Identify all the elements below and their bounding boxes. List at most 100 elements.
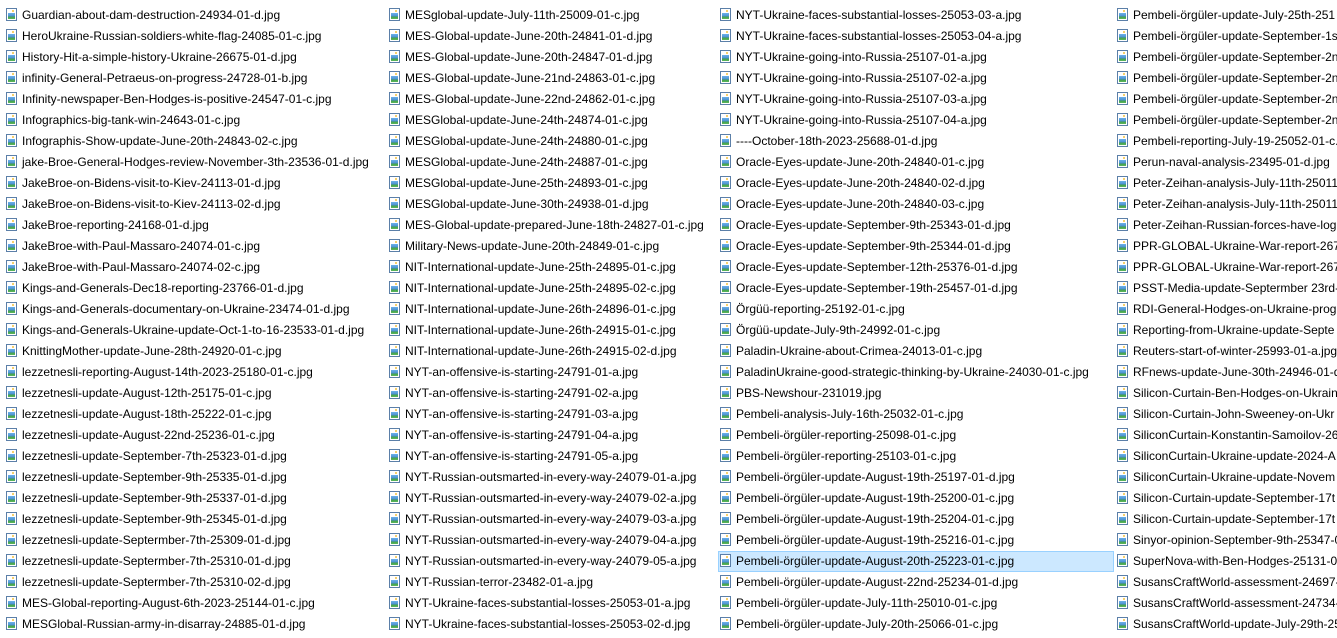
file-item[interactable]: JakeBroe-with-Paul-Massaro-24074-02-c.jp… [4, 257, 386, 278]
file-item[interactable]: NYT-Ukraine-faces-substantial-losses-250… [718, 26, 1114, 47]
file-item[interactable]: NYT-an-offensive-is-starting-24791-05-a.… [387, 446, 717, 467]
file-item[interactable]: MES-Global-reporting-August-6th-2023-251… [4, 593, 386, 614]
file-item[interactable]: Pembeli-örgüler-update-July-20th-25066-0… [718, 614, 1114, 635]
file-item[interactable]: lezzetnesli-update-September-9th-25337-0… [4, 488, 386, 509]
file-item[interactable]: lezzetnesli-update-August-12th-25175-01-… [4, 383, 386, 404]
file-item[interactable]: Pembeli-örgüler-update-August-19th-25204… [718, 509, 1114, 530]
file-item[interactable]: SusansCraftWorld-update-July-29th-25 [1115, 614, 1337, 635]
file-item[interactable]: PPR-GLOBAL-Ukraine-War-report-2677 [1115, 236, 1337, 257]
file-item[interactable]: Pembeli-örgüler-update-September-2n [1115, 110, 1337, 131]
file-item[interactable]: NIT-International-update-June-25th-24895… [387, 278, 717, 299]
file-item[interactable]: NYT-an-offensive-is-starting-24791-03-a.… [387, 404, 717, 425]
file-item[interactable]: lezzetnesli-update-September-7th-25323-0… [4, 446, 386, 467]
file-item[interactable]: Infographis-Show-update-June-20th-24843-… [4, 131, 386, 152]
file-item[interactable]: Reporting-from-Ukraine-update-Septe [1115, 320, 1337, 341]
file-item[interactable]: MESGlobal-update-June-24th-24880-01-c.jp… [387, 131, 717, 152]
file-item[interactable]: PPR-GLOBAL-Ukraine-War-report-2677 [1115, 257, 1337, 278]
file-item[interactable]: MES-Global-update-June-21nd-24863-01-c.j… [387, 68, 717, 89]
file-item[interactable]: Peter-Zeihan-analysis-July-11th-25011- [1115, 194, 1337, 215]
file-item[interactable]: Pembeli-örgüler-update-July-25th-251 [1115, 5, 1337, 26]
file-item[interactable]: MESGlobal-update-June-24th-24874-01-c.jp… [387, 110, 717, 131]
file-item[interactable]: NYT-Russian-outsmarted-in-every-way-2407… [387, 509, 717, 530]
file-item[interactable]: Pembeli-örgüler-update-September-2n [1115, 89, 1337, 110]
file-item[interactable]: NYT-Ukraine-faces-substantial-losses-250… [387, 614, 717, 635]
file-item[interactable]: MES-Global-update-prepared-June-18th-248… [387, 215, 717, 236]
file-item[interactable]: JakeBroe-on-Bidens-visit-to-Kiev-24113-0… [4, 194, 386, 215]
file-item[interactable]: lezzetnesli-update-Septermber-7th-25310-… [4, 572, 386, 593]
file-item[interactable]: Oracle-Eyes-update-June-20th-24840-02-d.… [718, 173, 1114, 194]
file-item[interactable]: Pembeli-örgüler-update-August-19th-25216… [718, 530, 1114, 551]
file-item[interactable]: lezzetnesli-update-August-22nd-25236-01-… [4, 425, 386, 446]
file-item[interactable]: Guardian-about-dam-destruction-24934-01-… [4, 5, 386, 26]
file-item[interactable]: Silicon-Curtain-John-Sweeney-on-Ukr [1115, 404, 1337, 425]
file-item[interactable]: MESGlobal-update-June-24th-24887-01-c.jp… [387, 152, 717, 173]
file-item[interactable]: RDI-General-Hodges-on-Ukraine-prog [1115, 299, 1337, 320]
file-item[interactable]: NYT-Russian-outsmarted-in-every-way-2407… [387, 551, 717, 572]
file-item[interactable]: Perun-naval-analysis-23495-01-d.jpg [1115, 152, 1337, 173]
file-item[interactable]: NYT-Russian-outsmarted-in-every-way-2407… [387, 530, 717, 551]
file-item[interactable]: HeroUkraine-Russian-soldiers-white-flag-… [4, 26, 386, 47]
file-item[interactable]: SiliconCurtain-Konstantin-Samoilov-26 [1115, 425, 1337, 446]
file-item[interactable]: Silicon-Curtain-update-September-17t [1115, 509, 1337, 530]
file-item[interactable]: Pembeli-örgüler-update-September-1s [1115, 26, 1337, 47]
file-item[interactable]: Örgüü-update-July-9th-24992-01-c.jpg [718, 320, 1114, 341]
file-item[interactable]: Reuters-start-of-winter-25993-01-a.jpg [1115, 341, 1337, 362]
file-item[interactable]: MESglobal-update-July-11th-25009-01-c.jp… [387, 5, 717, 26]
file-item[interactable]: Silicon-Curtain-update-September-17t [1115, 488, 1337, 509]
file-item[interactable]: Oracle-Eyes-update-September-12th-25376-… [718, 257, 1114, 278]
file-item[interactable]: SuperNova-with-Ben-Hodges-25131-0 [1115, 551, 1337, 572]
file-item[interactable]: NYT-Russian-outsmarted-in-every-way-2407… [387, 488, 717, 509]
file-item[interactable]: lezzetnesli-reporting-August-14th-2023-2… [4, 362, 386, 383]
file-item[interactable]: JakeBroe-reporting-24168-01-d.jpg [4, 215, 386, 236]
file-item-selected[interactable]: Pembeli-örgüler-update-August-20th-25223… [718, 551, 1114, 572]
file-item[interactable]: NYT-Russian-terror-23482-01-a.jpg [387, 572, 717, 593]
file-item[interactable]: Pembeli-reporting-July-19-25052-01-c. [1115, 131, 1337, 152]
file-item[interactable]: Oracle-Eyes-update-September-9th-25344-0… [718, 236, 1114, 257]
file-item[interactable]: Pembeli-örgüler-update-August-19th-25197… [718, 467, 1114, 488]
file-item[interactable]: Military-News-update-June-20th-24849-01-… [387, 236, 717, 257]
file-item[interactable]: PaladinUkraine-good-strategic-thinking-b… [718, 362, 1114, 383]
file-item[interactable]: Pembeli-örgüler-update-August-19th-25200… [718, 488, 1114, 509]
file-item[interactable]: NYT-Russian-outsmarted-in-every-way-2407… [387, 467, 717, 488]
file-item[interactable]: infinity-General-Petraeus-on-progress-24… [4, 68, 386, 89]
file-item[interactable]: MESGlobal-update-June-30th-24938-01-d.jp… [387, 194, 717, 215]
file-item[interactable]: lezzetnesli-update-Septermber-7th-25310-… [4, 551, 386, 572]
file-item[interactable]: MES-Global-update-June-20th-24847-01-d.j… [387, 47, 717, 68]
file-item[interactable]: Infinity-newspaper-Ben-Hodges-is-positiv… [4, 89, 386, 110]
file-item[interactable]: NYT-Ukraine-going-into-Russia-25107-04-a… [718, 110, 1114, 131]
file-item[interactable]: lezzetnesli-update-Septermber-7th-25309-… [4, 530, 386, 551]
file-item[interactable]: Kings-and-Generals-Dec18-reporting-23766… [4, 278, 386, 299]
file-item[interactable]: Oracle-Eyes-update-June-20th-24840-03-c.… [718, 194, 1114, 215]
file-item[interactable]: Örgüü-reporting-25192-01-c.jpg [718, 299, 1114, 320]
file-item[interactable]: Pembeli-örgüler-update-August-22nd-25234… [718, 572, 1114, 593]
file-item[interactable]: Pembeli-örgüler-update-September-2n [1115, 68, 1337, 89]
file-item[interactable]: JakeBroe-with-Paul-Massaro-24074-01-c.jp… [4, 236, 386, 257]
file-item[interactable]: ----October-18th-2023-25688-01-d.jpg [718, 131, 1114, 152]
file-item[interactable]: Oracle-Eyes-update-September-9th-25343-0… [718, 215, 1114, 236]
file-item[interactable]: jake-Broe-General-Hodges-review-November… [4, 152, 386, 173]
file-item[interactable]: Kings-and-Generals-documentary-on-Ukrain… [4, 299, 386, 320]
file-item[interactable]: SiliconCurtain-Ukraine-update-2024-A [1115, 446, 1337, 467]
file-item[interactable]: SiliconCurtain-Ukraine-update-Novem [1115, 467, 1337, 488]
file-item[interactable]: Sinyor-opinion-September-9th-25347-0 [1115, 530, 1337, 551]
file-item[interactable]: SusansCraftWorld-assessment-24697-0 [1115, 572, 1337, 593]
file-item[interactable]: Silicon-Curtain-Ben-Hodges-on-Ukrain [1115, 383, 1337, 404]
file-item[interactable]: NYT-Ukraine-faces-substantial-losses-250… [387, 593, 717, 614]
file-item[interactable]: lezzetnesli-update-September-9th-25335-0… [4, 467, 386, 488]
file-item[interactable]: Kings-and-Generals-Ukraine-update-Oct-1-… [4, 320, 386, 341]
file-item[interactable]: NYT-Ukraine-going-into-Russia-25107-02-a… [718, 68, 1114, 89]
file-item[interactable]: NYT-an-offensive-is-starting-24791-02-a.… [387, 383, 717, 404]
file-item[interactable]: MES-Global-update-June-22nd-24862-01-c.j… [387, 89, 717, 110]
file-item[interactable]: Oracle-Eyes-update-June-20th-24840-01-c.… [718, 152, 1114, 173]
file-item[interactable]: Oracle-Eyes-update-September-19th-25457-… [718, 278, 1114, 299]
file-item[interactable]: Peter-Zeihan-analysis-July-11th-25011- [1115, 173, 1337, 194]
file-item[interactable]: JakeBroe-on-Bidens-visit-to-Kiev-24113-0… [4, 173, 386, 194]
file-item[interactable]: NIT-International-update-June-26th-24915… [387, 341, 717, 362]
file-item[interactable]: PBS-Newshour-231019.jpg [718, 383, 1114, 404]
file-item[interactable]: KnittingMother-update-June-28th-24920-01… [4, 341, 386, 362]
file-item[interactable]: MES-Global-update-June-20th-24841-01-d.j… [387, 26, 717, 47]
file-item[interactable]: NYT-Ukraine-going-into-Russia-25107-03-a… [718, 89, 1114, 110]
file-item[interactable]: Infographics-big-tank-win-24643-01-c.jpg [4, 110, 386, 131]
file-item[interactable]: NYT-Ukraine-going-into-Russia-25107-01-a… [718, 47, 1114, 68]
file-item[interactable]: Pembeli-örgüler-reporting-25103-01-c.jpg [718, 446, 1114, 467]
